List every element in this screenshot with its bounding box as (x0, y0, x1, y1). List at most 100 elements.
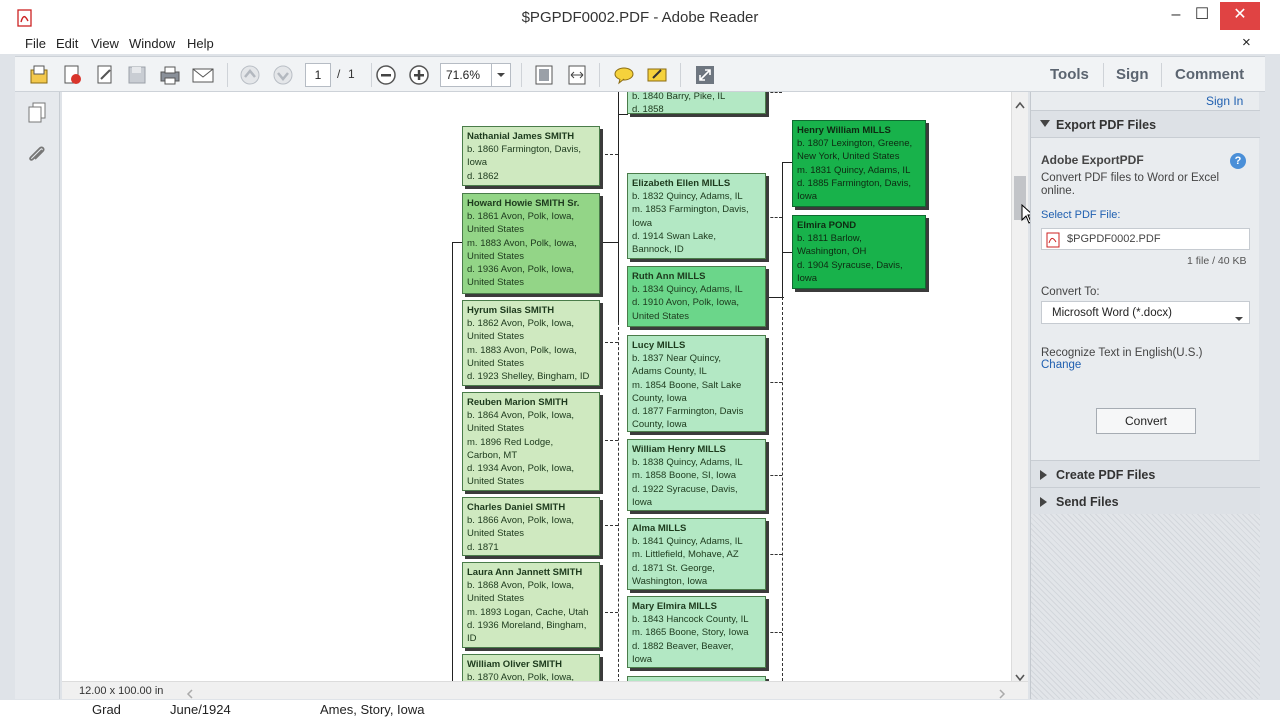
menu-file[interactable]: File (25, 36, 46, 51)
toolbar-divider (371, 63, 372, 87)
maximize-button[interactable]: ☐ (1182, 2, 1222, 30)
person-card[interactable]: Reuben Marion SMITH b. 1864 Avon, Polk, … (462, 392, 600, 491)
zoom-out-icon[interactable] (374, 63, 398, 87)
toolbar-divider (227, 63, 228, 87)
export-pdf-section-header[interactable]: Export PDF Files (1031, 110, 1260, 138)
vertical-scrollbar[interactable] (1011, 92, 1028, 682)
selected-file-field[interactable]: $PGPDF0002.PDF (1041, 228, 1250, 250)
person-card[interactable]: Hyrum Silas SMITH b. 1862 Avon, Polk, Io… (462, 300, 600, 386)
toolbar-divider (1103, 63, 1104, 87)
zoom-in-icon[interactable] (407, 63, 431, 87)
person-card[interactable]: Laura Ann Jannett SMITH b. 1868 Avon, Po… (462, 562, 600, 648)
open-file-icon[interactable] (27, 63, 51, 87)
card-line: b. 1811 Barlow, (797, 233, 862, 245)
card-line: New York, United States (797, 151, 900, 163)
document-view[interactable]: b. 1840 Barry, Pike, IL d. 1858 Nathania… (62, 92, 1011, 681)
toolbar-divider (1161, 63, 1162, 87)
selected-file-name: $PGPDF0002.PDF (1067, 233, 1161, 245)
person-card[interactable]: Henry William MILLS b. 1807 Lexington, G… (792, 120, 926, 207)
zoom-level-input[interactable]: 71.6% (440, 63, 492, 87)
tree-dashed-line (766, 632, 782, 633)
print-icon[interactable] (158, 63, 182, 87)
card-line: Iowa (797, 272, 818, 284)
help-icon[interactable]: ? (1230, 153, 1246, 169)
tree-line (618, 114, 628, 115)
person-card[interactable]: Elmira POND b. 1811 Barlow, Washington, … (792, 215, 926, 289)
card-line: d. 1923 Shelley, Bingham, ID (467, 371, 590, 383)
tree-dashed-line (618, 322, 619, 681)
card-line: d. 1871 (467, 541, 499, 553)
page-thumbnails-icon[interactable] (27, 102, 47, 129)
card-line: United States (467, 423, 525, 435)
menu-view[interactable]: View (91, 36, 119, 51)
card-name: Reuben Marion SMITH (467, 397, 568, 408)
tree-line (452, 242, 462, 243)
person-card[interactable]: Elizabeth Ellen MILLS b. 1832 Quincy, Ad… (627, 173, 766, 259)
menu-window[interactable]: Window (129, 36, 175, 51)
toolbar-divider (599, 63, 600, 87)
person-card[interactable]: Ruth Ann MILLS b. 1834 Quincy, Adams, IL… (627, 266, 766, 327)
tree-dashed-line (600, 154, 618, 155)
card-name: Elmira POND (797, 220, 857, 231)
convert-format-select[interactable]: Microsoft Word (*.docx) (1041, 301, 1250, 324)
previous-page-icon[interactable] (238, 63, 262, 87)
person-card[interactable]: William Oliver SMITH b. 1870 Avon, Polk,… (462, 654, 600, 681)
section-label: Send Files (1056, 495, 1119, 509)
card-name: William Oliver SMITH (467, 659, 562, 670)
sign-in-link[interactable]: Sign In (1206, 94, 1243, 108)
card-line: b. 1870 Avon, Polk, Iowa, (467, 672, 575, 681)
comment-bubble-icon[interactable] (612, 63, 636, 87)
next-page-icon[interactable] (271, 63, 295, 87)
fit-width-icon[interactable] (565, 63, 589, 87)
convert-button[interactable]: Convert (1096, 408, 1196, 434)
comment-pane-link[interactable]: Comment (1175, 66, 1244, 83)
person-card[interactable]: Lucy MILLS b. 1837 Near Quincy, Adams Co… (627, 335, 766, 432)
menu-edit[interactable]: Edit (56, 36, 78, 51)
person-card[interactable]: William Henry MILLS b. 1838 Quincy, Adam… (627, 439, 766, 511)
person-card[interactable]: Mary Elmira MILLS b. 1843 Hancock County… (627, 596, 766, 668)
full-screen-icon[interactable] (693, 63, 717, 87)
card-line: m. Littlefield, Mohave, AZ (632, 549, 739, 561)
file-info: 1 file / 40 KB (1187, 255, 1247, 267)
tree-dashed-line (600, 342, 618, 343)
toolbar-divider (680, 63, 681, 87)
person-card[interactable]: b. 1840 Barry, Pike, IL d. 1858 (627, 92, 766, 114)
sign-pane-link[interactable]: Sign (1116, 66, 1149, 83)
fit-page-icon[interactable] (532, 63, 556, 87)
create-pdf-icon[interactable] (60, 63, 84, 87)
email-icon[interactable] (191, 63, 215, 87)
card-line: United States (467, 331, 525, 343)
card-line: m. 1853 Farmington, Davis, (632, 204, 749, 216)
save-icon[interactable] (125, 63, 149, 87)
card-line: b. 1843 Hancock County, IL (632, 614, 749, 626)
person-card[interactable]: Nathanial James SMITH b. 1860 Farmington… (462, 126, 600, 186)
edit-pdf-icon[interactable] (93, 63, 117, 87)
card-line: Iowa (797, 191, 818, 203)
expand-triangle-icon (1040, 497, 1047, 507)
close-document-button[interactable]: × (1242, 34, 1251, 51)
scroll-up-arrow-icon[interactable] (1015, 96, 1025, 114)
person-card[interactable]: Alma MILLS b. 1841 Quincy, Adams, IL m. … (627, 518, 766, 590)
convert-to-label: Convert To: (1041, 286, 1100, 298)
card-name: Hyrum Silas SMITH (467, 305, 555, 316)
card-line: d. 1877 Farmington, Davis (632, 406, 744, 418)
page-number-input[interactable]: 1 (305, 63, 331, 87)
highlight-pen-icon[interactable] (645, 63, 669, 87)
card-line: d. 1910 Avon, Polk, Iowa, (632, 297, 740, 309)
menu-help[interactable]: Help (187, 36, 214, 51)
create-pdf-section-header[interactable]: Create PDF Files (1031, 460, 1260, 488)
close-window-button[interactable]: ✕ (1220, 2, 1260, 30)
attachments-icon[interactable] (26, 144, 48, 171)
person-card[interactable]: Howard Howie SMITH Sr. b. 1861 Avon, Pol… (462, 193, 600, 294)
card-line: b. 1837 Near Quincy, (632, 353, 722, 365)
card-name: Henry William MILLS (797, 125, 891, 136)
tools-pane-link[interactable]: Tools (1050, 66, 1089, 83)
change-language-link[interactable]: Change (1041, 359, 1081, 371)
card-line: County, Iowa (632, 392, 687, 404)
person-card[interactable]: Charles Daniel SMITH b. 1866 Avon, Polk,… (462, 497, 600, 556)
horizontal-scrollbar[interactable]: 12.00 x 100.00 in (62, 681, 1028, 699)
card-line: m. 1883 Avon, Polk, Iowa, (467, 344, 577, 356)
card-line: Carbon, MT (467, 449, 518, 461)
send-files-section-header[interactable]: Send Files (1031, 487, 1260, 515)
zoom-dropdown-icon[interactable] (491, 63, 511, 87)
